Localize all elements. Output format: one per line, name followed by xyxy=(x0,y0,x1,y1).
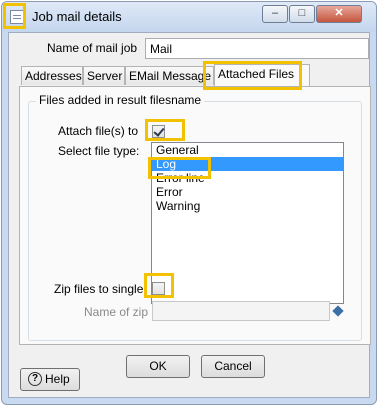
title-bar[interactable]: Job mail details – □ ✕ xyxy=(2,2,376,32)
highlight-zip-checkbox xyxy=(144,273,174,298)
list-item-general[interactable]: General xyxy=(152,143,343,157)
highlight-attach-checkbox xyxy=(145,119,185,141)
tab-email-message[interactable]: EMail Message xyxy=(125,66,214,85)
help-button-label: Help xyxy=(45,372,70,386)
highlight-log-item xyxy=(148,157,211,179)
maximize-button[interactable]: □ xyxy=(289,5,315,23)
mail-job-name-label: Name of mail job xyxy=(47,41,138,55)
help-button[interactable]: ? Help xyxy=(20,368,80,391)
zip-name-label: Name of zip xyxy=(84,305,149,319)
help-circle-icon: ? xyxy=(28,372,42,386)
highlight-title-icon xyxy=(3,3,26,29)
cancel-button[interactable]: Cancel xyxy=(201,355,265,378)
close-button[interactable]: ✕ xyxy=(316,5,362,23)
ok-button[interactable]: OK xyxy=(126,355,190,378)
zip-files-label: Zip files to single xyxy=(54,282,144,296)
job-mail-details-dialog: Job mail details – □ ✕ Name of mail job … xyxy=(1,1,377,405)
mail-job-name-input[interactable] xyxy=(145,38,369,59)
window-title: Job mail details xyxy=(32,9,122,24)
minimize-button[interactable]: – xyxy=(262,5,288,23)
select-file-type-label: Select file type: xyxy=(58,144,140,158)
highlight-attached-files-tab xyxy=(203,61,302,90)
list-item-warning[interactable]: Warning xyxy=(152,199,343,213)
tab-server[interactable]: Server xyxy=(83,66,125,85)
attach-files-label: Attach file(s) to xyxy=(58,124,139,138)
dialog-content: Name of mail job Addresses Server EMail … xyxy=(8,32,371,398)
tab-addresses[interactable]: Addresses xyxy=(21,66,83,85)
zip-name-input[interactable] xyxy=(152,301,330,321)
group-title: Files added in result filesname xyxy=(36,93,205,107)
list-item-error[interactable]: Error xyxy=(152,185,343,199)
